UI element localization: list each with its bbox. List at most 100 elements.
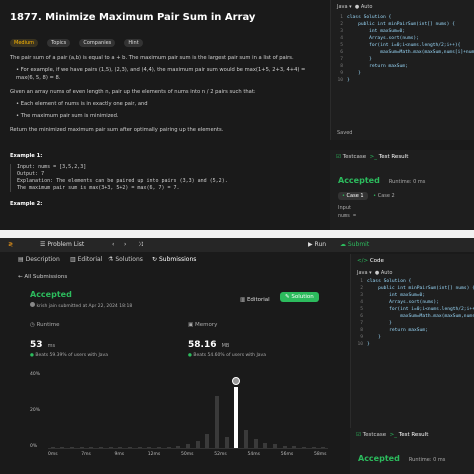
code-line[interactable]: 9 }: [333, 70, 474, 77]
language-select[interactable]: Java: [337, 4, 348, 10]
chart-bar[interactable]: [186, 444, 190, 448]
code-text[interactable]: public int minPairSum(int[] nums) {: [367, 286, 474, 291]
chart-bar[interactable]: [321, 447, 326, 448]
chart-bar[interactable]: [79, 447, 84, 448]
tab-submissions[interactable]: ↻ Submissions: [152, 256, 196, 263]
code-line[interactable]: 2 public int minPairSum(int[] nums) {: [353, 285, 474, 292]
code-line[interactable]: 9 }: [353, 334, 474, 341]
solution-button[interactable]: ✎ Solution: [280, 292, 319, 302]
case-1-tab[interactable]: • Case 1: [338, 192, 368, 200]
code-line[interactable]: 8 return maxSum;: [353, 327, 474, 334]
chart-bar[interactable]: [60, 447, 65, 448]
code-line[interactable]: 1 class Solution {: [333, 14, 474, 21]
code-text[interactable]: int maxSum=0;: [367, 293, 425, 298]
code-line[interactable]: 8 return maxSum;: [333, 63, 474, 70]
chart-bar[interactable]: [176, 446, 181, 448]
chart-bar[interactable]: [272, 444, 277, 448]
code-text[interactable]: class Solution {: [347, 15, 391, 20]
code-text[interactable]: return maxSum;: [367, 328, 428, 333]
chart-bar[interactable]: [108, 447, 113, 448]
chart-bar[interactable]: [195, 440, 200, 448]
submit-button[interactable]: ☁ Submit: [340, 241, 369, 248]
code-editor-bottom[interactable]: </> Code Java ▾ ● Auto 1 class Solution {…: [350, 254, 474, 444]
code-lines[interactable]: 1 class Solution {2 public int minPairSum…: [331, 14, 474, 84]
code-line[interactable]: 5 for(int i=0;i<nums.length/2;i++){: [333, 42, 474, 49]
companies-chip[interactable]: Companies: [79, 39, 116, 47]
code-text[interactable]: }: [367, 335, 381, 340]
code-lines[interactable]: 1 class Solution {2 public int minPairSum…: [351, 278, 474, 348]
run-button[interactable]: ▶ Run: [308, 241, 326, 248]
chart-bar[interactable]: [292, 446, 297, 448]
language-select[interactable]: Java: [357, 270, 368, 276]
code-line[interactable]: 3 int maxSum=0;: [353, 292, 474, 299]
chart-bar[interactable]: [282, 446, 287, 448]
tab-test-result[interactable]: >_ Test Result: [370, 154, 409, 160]
tab-test-result[interactable]: >_ Test Result: [390, 432, 429, 438]
chart-bar[interactable]: [214, 395, 219, 448]
prev-arrow-icon[interactable]: ‹: [112, 241, 114, 248]
code-text[interactable]: }: [367, 342, 370, 347]
chart-bar[interactable]: [205, 433, 210, 448]
code-text[interactable]: maxSum=Math.max(maxSum,nums[i]+nums[nums…: [367, 314, 474, 319]
chart-bar[interactable]: [137, 447, 142, 448]
code-text[interactable]: Arrays.sort(nums);: [367, 300, 439, 305]
tab-testcase[interactable]: ☑ Testcase: [336, 154, 366, 160]
tab-description[interactable]: ▤ Description: [18, 256, 60, 263]
tab-solutions[interactable]: ⚗ Solutions: [108, 256, 143, 263]
chart-bar[interactable]: [89, 447, 94, 448]
runtime-card[interactable]: ◷ Runtime 53 ms ● Beats 59.39% of users …: [30, 322, 170, 362]
shuffle-icon[interactable]: ⤨: [138, 241, 143, 249]
code-line[interactable]: 7 }: [353, 320, 474, 327]
chart-bar[interactable]: [70, 447, 75, 448]
next-arrow-icon[interactable]: ›: [124, 241, 126, 248]
logo-icon[interactable]: ≷: [8, 241, 13, 248]
code-line[interactable]: 3 int maxSum=0;: [333, 28, 474, 35]
code-text[interactable]: }: [347, 78, 350, 83]
chart-bar[interactable]: [243, 430, 248, 448]
code-text[interactable]: }: [347, 71, 361, 76]
tab-testcase[interactable]: ☑ Testcase: [356, 432, 386, 438]
code-line[interactable]: 10}: [353, 341, 474, 348]
code-text[interactable]: class Solution {: [367, 279, 411, 284]
chart-bar[interactable]: [263, 442, 268, 448]
topics-chip[interactable]: Topics: [47, 39, 71, 47]
tab-editorial[interactable]: ▥ Editorial: [70, 256, 102, 263]
code-text[interactable]: }: [347, 57, 372, 62]
code-line[interactable]: 1 class Solution {: [353, 278, 474, 285]
chart-bar[interactable]: [128, 447, 133, 448]
chart-bar[interactable]: [234, 386, 239, 448]
code-text[interactable]: Arrays.sort(nums);: [347, 36, 419, 41]
code-line[interactable]: 6 maxSum=Math.max(maxSum,nums[i]+nums[nu…: [353, 313, 474, 320]
code-text[interactable]: for(int i=0;i<nums.length/2;i++){: [367, 307, 474, 312]
code-text[interactable]: int maxSum=0;: [347, 29, 405, 34]
code-text[interactable]: return maxSum;: [347, 64, 408, 69]
code-editor-top[interactable]: Java ▾ ● Auto 1 class Solution {2 public …: [330, 0, 474, 140]
chart-bar[interactable]: [311, 447, 316, 448]
chart-bar[interactable]: [301, 447, 306, 448]
editorial-button[interactable]: ▥ Editorial: [235, 295, 275, 305]
code-line[interactable]: 4 Arrays.sort(nums);: [353, 299, 474, 306]
code-line[interactable]: 10}: [333, 77, 474, 84]
chart-bar[interactable]: [50, 447, 55, 448]
code-line[interactable]: 4 Arrays.sort(nums);: [333, 35, 474, 42]
memory-card[interactable]: ▣ Memory 58.16 MB ● Beats 54.60% of user…: [188, 322, 328, 362]
case-2-tab[interactable]: • Case 2: [369, 192, 399, 200]
chart-bar[interactable]: [147, 447, 152, 448]
chart-bar[interactable]: [224, 437, 229, 448]
code-line[interactable]: 7 }: [333, 56, 474, 63]
chart-bar[interactable]: [253, 439, 258, 448]
code-line[interactable]: 5 for(int i=0;i<nums.length/2;i++){: [353, 306, 474, 313]
code-text[interactable]: maxSum=Math.max(maxSum,nums[i]+nums[nums…: [347, 50, 474, 55]
chart-bar[interactable]: [157, 447, 162, 448]
code-line[interactable]: 2 public int minPairSum(int[] nums) {: [333, 21, 474, 28]
code-line[interactable]: 6 maxSum=Math.max(maxSum,nums[i]+nums[nu…: [333, 49, 474, 56]
problem-list-button[interactable]: ☰ Problem List: [40, 241, 84, 248]
hint-chip[interactable]: Hint: [124, 39, 143, 47]
code-text[interactable]: for(int i=0;i<nums.length/2;i++){: [347, 43, 460, 48]
chart-bar[interactable]: [99, 447, 104, 448]
all-submissions-link[interactable]: ← All Submissions: [18, 274, 67, 280]
code-text[interactable]: public int minPairSum(int[] nums) {: [347, 22, 455, 27]
chart-bar[interactable]: [166, 447, 171, 448]
code-text[interactable]: }: [367, 321, 392, 326]
chart-bar[interactable]: [118, 447, 123, 448]
